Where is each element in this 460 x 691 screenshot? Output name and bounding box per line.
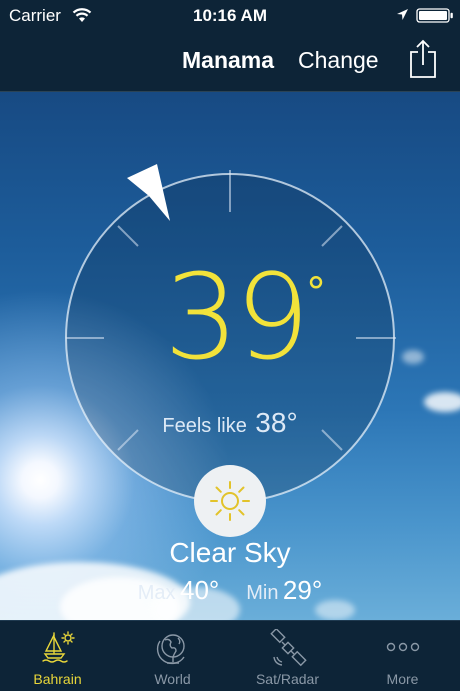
tab-label: World: [154, 671, 191, 687]
feels-like-value: 38°: [255, 407, 298, 438]
max-label: Max: [137, 582, 176, 604]
min-max-row: Max 40° Min 29°: [0, 575, 460, 606]
location-arrow-icon: [397, 9, 408, 20]
sun-icon: [210, 481, 250, 521]
satellite-icon: [270, 629, 307, 667]
tab-bahrain[interactable]: Bahrain: [0, 621, 115, 691]
status-time: 10:16 AM: [192, 6, 267, 25]
tab-label: Bahrain: [33, 671, 82, 687]
status-bar: Carrier 10:16 AM: [0, 0, 460, 30]
max-value: 40°: [180, 575, 220, 605]
sailboat-sun-icon: [42, 631, 75, 663]
feels-like-label: Feels like: [162, 415, 247, 437]
share-icon[interactable]: [408, 39, 438, 79]
globe-icon: [156, 634, 185, 665]
condition-text: Clear Sky: [169, 537, 291, 568]
battery-icon: [416, 8, 453, 23]
more-dots-icon: [386, 642, 420, 652]
tab-bar: Bahrain World Sat/Radar More: [0, 620, 460, 691]
tab-more[interactable]: More: [345, 621, 460, 691]
condition-badge: [194, 465, 266, 537]
tab-world[interactable]: World: [115, 621, 230, 691]
min-value: 29°: [282, 575, 323, 605]
degree-symbol: °: [306, 270, 326, 316]
tab-sat-radar[interactable]: Sat/Radar: [230, 621, 345, 691]
tab-label: Sat/Radar: [255, 671, 320, 687]
tab-label: More: [386, 671, 419, 687]
min-label: Min: [246, 582, 279, 604]
temperature-value: 39: [163, 248, 310, 386]
top-bar: Carrier 10:16 AM Manama Change: [0, 0, 460, 92]
city-title: Manama: [182, 47, 275, 73]
change-city-button[interactable]: Change: [298, 47, 379, 74]
feels-like: Feels like 38°: [0, 407, 460, 439]
